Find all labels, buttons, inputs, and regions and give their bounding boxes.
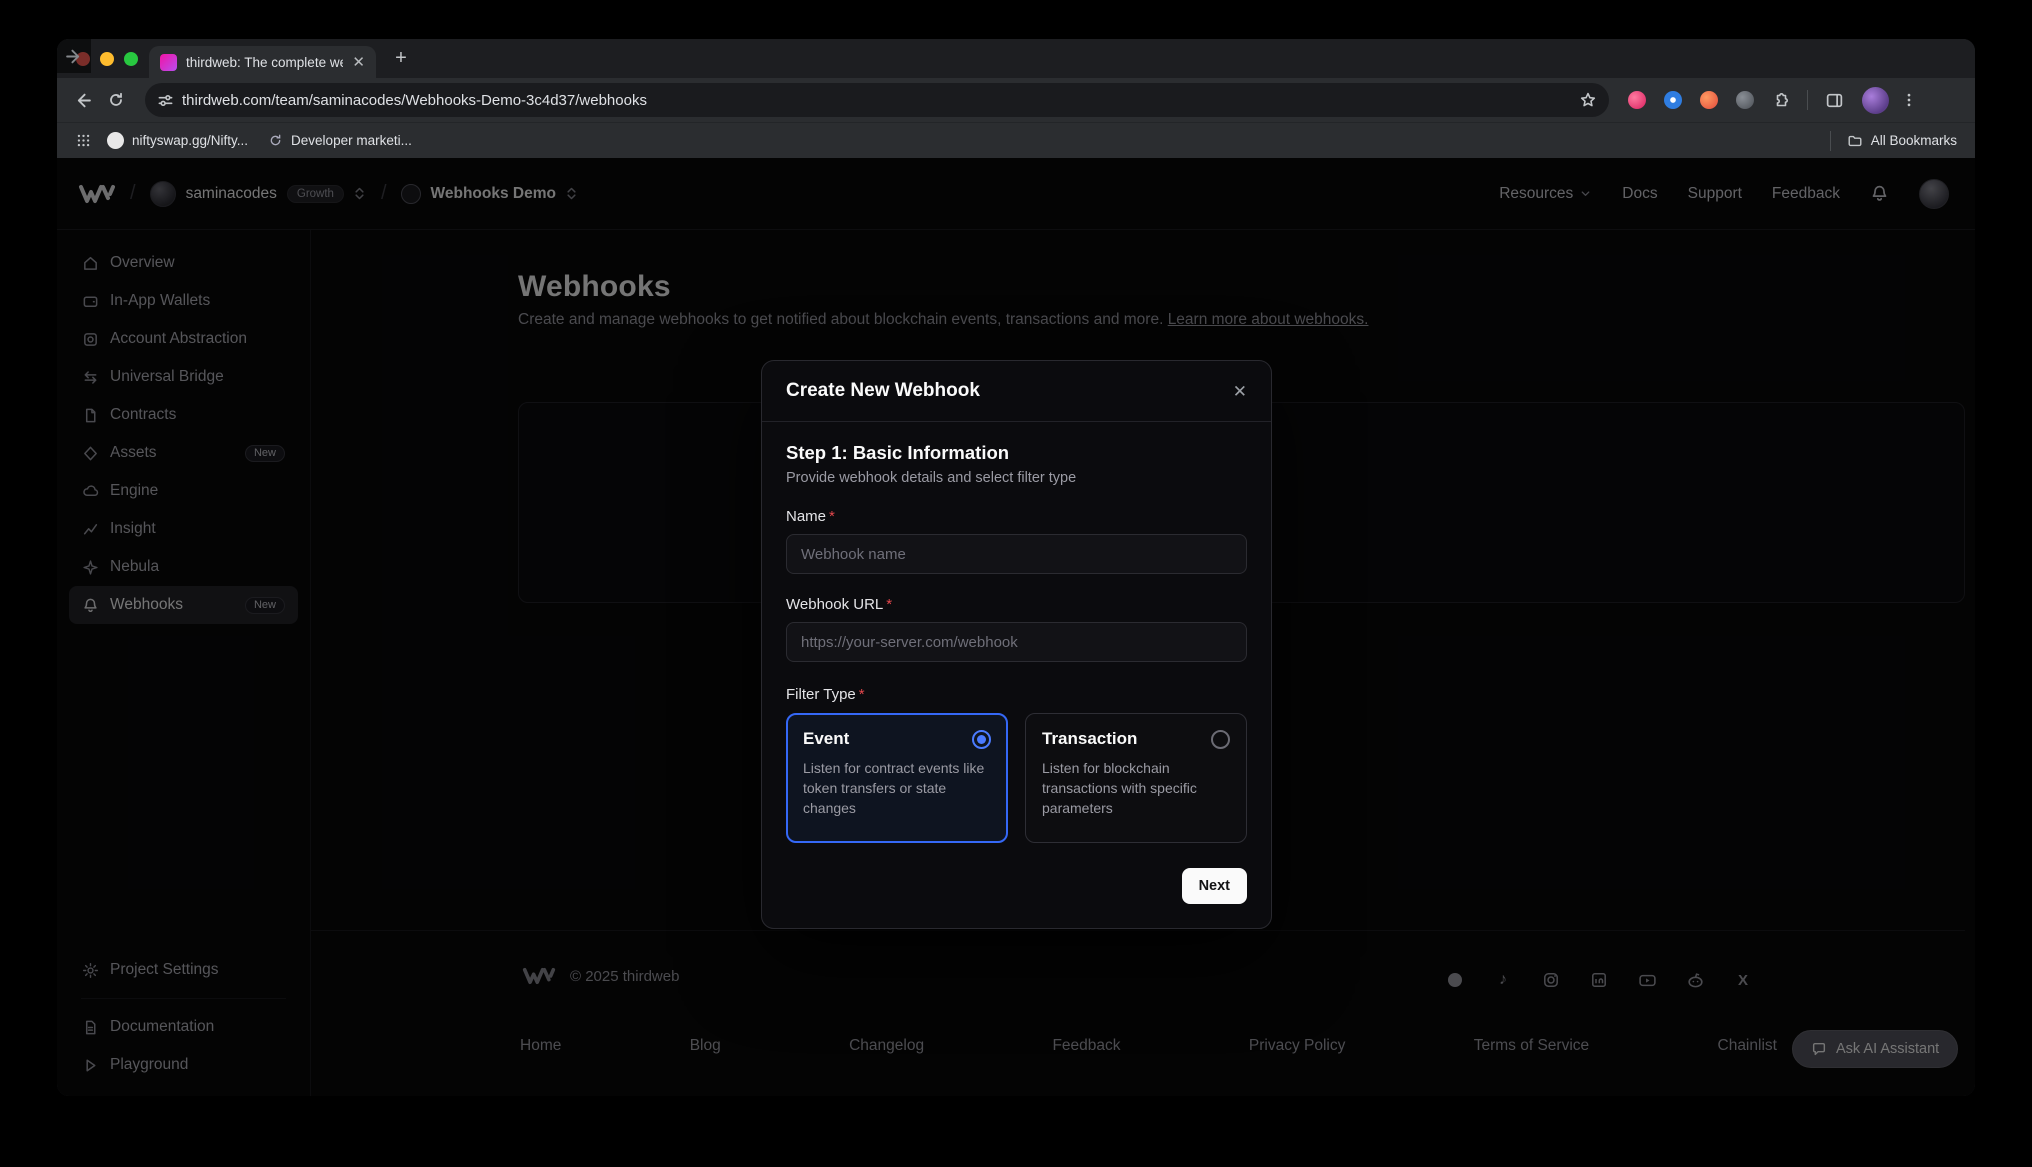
- github-favicon-icon: [107, 132, 124, 149]
- filter-type-options: Event Listen for contract events like to…: [786, 713, 1247, 843]
- extension-icon-2[interactable]: [1655, 83, 1691, 117]
- next-button[interactable]: Next: [1182, 868, 1247, 904]
- browser-profile-avatar[interactable]: [1862, 87, 1889, 114]
- name-label-text: Name: [786, 508, 826, 525]
- modal-body: Step 1: Basic Information Provide webhoo…: [762, 422, 1271, 928]
- tab-title: thirdweb: The complete web3: [186, 55, 343, 70]
- webhook-url-input[interactable]: [786, 622, 1247, 662]
- tab-close-icon[interactable]: ✕: [352, 53, 365, 71]
- bookmark-label: Developer marketi...: [291, 133, 412, 148]
- event-option-title: Event: [803, 729, 849, 749]
- name-label: Name*: [786, 508, 1247, 525]
- required-asterisk: *: [829, 508, 835, 525]
- extension-icon-3[interactable]: [1691, 83, 1727, 117]
- close-icon[interactable]: ✕: [1233, 383, 1247, 400]
- side-panel-icon[interactable]: [1816, 83, 1852, 117]
- webhook-url-label: Webhook URL*: [786, 596, 1247, 613]
- apps-grid-icon[interactable]: [69, 124, 97, 158]
- forward-icon[interactable]: [57, 39, 91, 73]
- transaction-radio-button[interactable]: [1211, 730, 1230, 749]
- toolbar-divider: [1807, 90, 1808, 110]
- required-asterisk: *: [886, 596, 892, 613]
- bookmark-star-icon[interactable]: [1579, 91, 1597, 109]
- bookmark-label: niftyswap.gg/Nifty...: [132, 133, 248, 148]
- extensions-row: [1619, 83, 1921, 117]
- reload-icon[interactable]: [99, 83, 133, 117]
- extension-icon-1[interactable]: [1619, 83, 1655, 117]
- all-bookmarks-label: All Bookmarks: [1871, 133, 1957, 148]
- all-bookmarks-button[interactable]: All Bookmarks: [1847, 133, 1957, 149]
- transaction-option-title: Transaction: [1042, 729, 1137, 749]
- back-icon[interactable]: [65, 83, 99, 117]
- event-radio-button[interactable]: [972, 730, 991, 749]
- transaction-option-description: Listen for blockchain transactions with …: [1042, 759, 1230, 819]
- url-text: thirdweb.com/team/saminacodes/Webhooks-D…: [182, 92, 1579, 109]
- extensions-puzzle-icon[interactable]: [1763, 83, 1799, 117]
- bookmark-item-niftyswap[interactable]: niftyswap.gg/Nifty...: [97, 127, 258, 155]
- new-tab-button[interactable]: +: [389, 47, 413, 71]
- browser-menu-icon[interactable]: [1897, 83, 1921, 117]
- thirdweb-favicon: [160, 54, 177, 71]
- event-option-description: Listen for contract events like token tr…: [803, 759, 991, 819]
- filter-option-event[interactable]: Event Listen for contract events like to…: [786, 713, 1008, 843]
- bookmark-item-developer-marketing[interactable]: Developer marketi...: [258, 127, 422, 155]
- create-webhook-modal: Create New Webhook ✕ Step 1: Basic Infor…: [761, 360, 1272, 929]
- browser-toolbar: thirdweb.com/team/saminacodes/Webhooks-D…: [57, 78, 1975, 122]
- modal-actions: Next: [786, 868, 1247, 904]
- step-title: Step 1: Basic Information: [786, 442, 1247, 464]
- filter-type-label-text: Filter Type: [786, 686, 856, 703]
- browser-window: thirdweb: The complete web3 ✕ + thirdweb…: [57, 39, 1975, 1096]
- modal-header: Create New Webhook ✕: [762, 361, 1271, 422]
- minimize-window-button[interactable]: [100, 52, 114, 66]
- bookmarks-divider: [1830, 131, 1831, 151]
- filter-option-transaction[interactable]: Transaction Listen for blockchain transa…: [1025, 713, 1247, 843]
- webhook-url-label-text: Webhook URL: [786, 596, 883, 613]
- required-asterisk: *: [859, 686, 865, 703]
- bookmarks-bar: niftyswap.gg/Nifty... Developer marketi.…: [57, 122, 1975, 158]
- browser-tab[interactable]: thirdweb: The complete web3 ✕: [149, 46, 376, 78]
- step-subtitle: Provide webhook details and select filte…: [786, 470, 1247, 486]
- folder-icon: [1847, 133, 1863, 149]
- site-controls-icon[interactable]: [157, 92, 174, 109]
- zoom-window-button[interactable]: [124, 52, 138, 66]
- webhook-name-input[interactable]: [786, 534, 1247, 574]
- tab-strip: thirdweb: The complete web3 ✕ +: [57, 39, 1975, 78]
- thirdweb-page: / saminacodes Growth / Webhooks Demo Res…: [57, 158, 1975, 1096]
- modal-title: Create New Webhook: [786, 380, 980, 402]
- bookmark-favicon-icon: [268, 133, 283, 148]
- filter-type-label: Filter Type*: [786, 686, 1247, 703]
- extension-icon-4[interactable]: [1727, 83, 1763, 117]
- address-bar[interactable]: thirdweb.com/team/saminacodes/Webhooks-D…: [145, 83, 1609, 117]
